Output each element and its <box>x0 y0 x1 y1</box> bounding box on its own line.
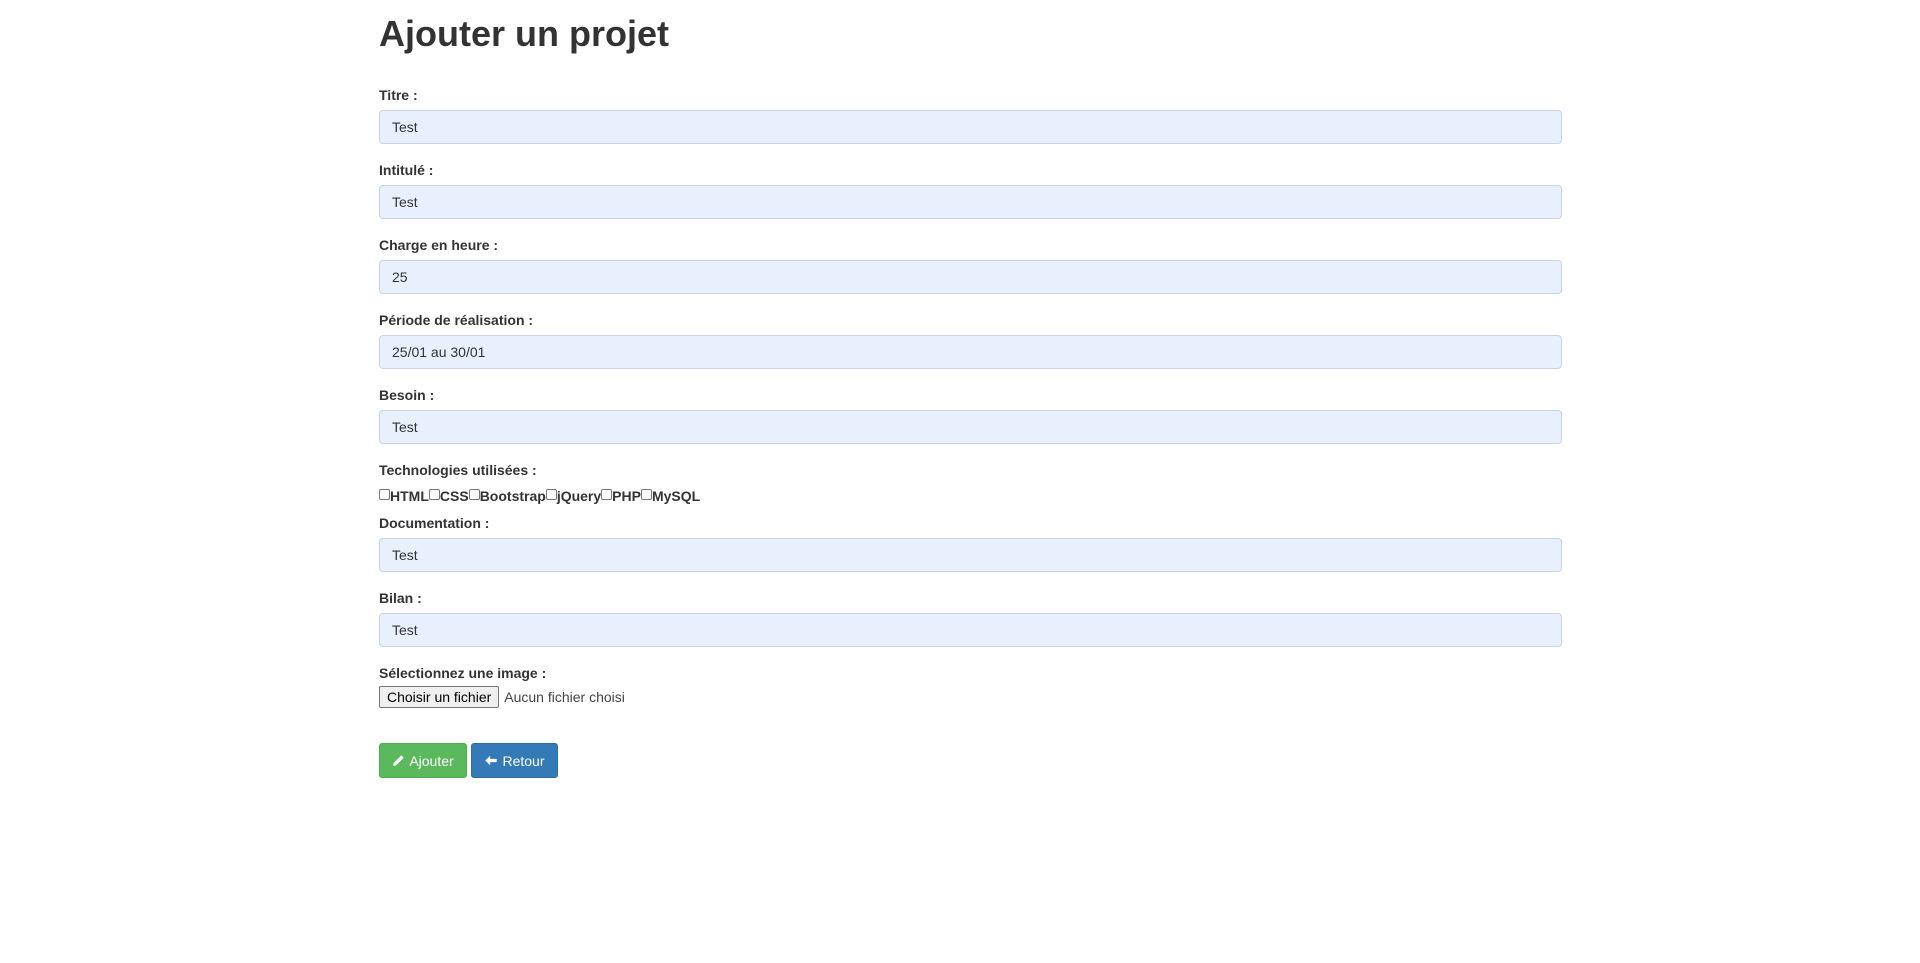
checkbox-html-label[interactable]: HTML <box>390 488 429 504</box>
checkbox-php-box[interactable] <box>601 489 613 500</box>
checkbox-css-box[interactable] <box>428 489 440 500</box>
checkbox-jquery[interactable]: jQuery <box>545 488 601 504</box>
technologies-label: Technologies utilisées : <box>379 462 537 478</box>
add-button-label: Ajouter <box>409 752 454 769</box>
checkbox-bootstrap-box[interactable] <box>468 489 480 500</box>
checkbox-bootstrap[interactable]: Bootstrap <box>468 488 546 504</box>
choose-file-button[interactable]: Choisir un fichier <box>379 686 500 708</box>
documentation-label: Documentation : <box>379 515 490 531</box>
checkbox-html-box[interactable] <box>379 489 390 500</box>
checkbox-jquery-box[interactable] <box>545 489 557 500</box>
besoin-input[interactable] <box>379 410 1562 444</box>
charge-label: Charge en heure : <box>379 237 499 253</box>
intitule-input[interactable] <box>379 185 1562 219</box>
checkbox-css[interactable]: CSS <box>428 488 469 504</box>
checkbox-php-label[interactable]: PHP <box>612 488 641 504</box>
intitule-label: Intitulé : <box>379 162 434 178</box>
checkbox-html[interactable]: HTML <box>379 488 429 504</box>
checkbox-jquery-label[interactable]: jQuery <box>557 488 601 504</box>
checkbox-mysql[interactable]: MySQL <box>640 488 700 504</box>
bilan-input[interactable] <box>379 613 1562 647</box>
back-button[interactable]: Retour <box>471 743 558 778</box>
pencil-icon <box>393 755 405 766</box>
bilan-label: Bilan : <box>379 590 422 606</box>
image-label: Sélectionnez une image : <box>379 665 547 681</box>
arrow-left-icon <box>485 755 498 766</box>
documentation-input[interactable] <box>379 538 1562 572</box>
titre-input[interactable] <box>379 110 1562 144</box>
titre-label: Titre : <box>379 87 418 103</box>
page-title: Ajouter un projet <box>379 13 669 54</box>
periode-label: Période de réalisation : <box>379 312 534 328</box>
checkbox-css-label[interactable]: CSS <box>440 488 469 504</box>
checkbox-mysql-box[interactable] <box>640 489 652 500</box>
back-button-label: Retour <box>502 752 545 769</box>
checkbox-php[interactable]: PHP <box>601 488 641 504</box>
besoin-label: Besoin : <box>379 387 435 403</box>
file-status-text: Aucun fichier choisi <box>504 689 625 705</box>
technologies-checkbox-group: HTML CSS Bootstrap jQuery PHP MySQL <box>379 487 700 505</box>
image-file-input: Choisir un fichier Aucun fichier choisi <box>379 686 625 708</box>
checkbox-bootstrap-label[interactable]: Bootstrap <box>480 488 546 504</box>
checkbox-mysql-label[interactable]: MySQL <box>652 488 700 504</box>
add-button[interactable]: Ajouter <box>379 743 467 778</box>
charge-input[interactable] <box>379 260 1562 294</box>
periode-input[interactable] <box>379 335 1562 369</box>
